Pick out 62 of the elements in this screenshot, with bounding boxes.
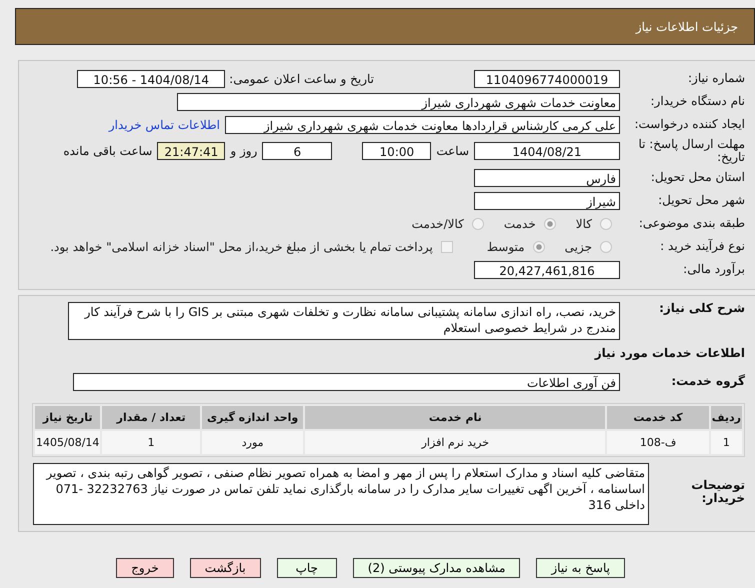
city-field: شیراز <box>474 192 620 210</box>
column-header: نام خدمت <box>305 406 606 429</box>
field-label: توضیحات خریدار: <box>690 477 745 505</box>
table-cell: خرید نرم افزار <box>305 431 606 454</box>
table-cell: مورد <box>202 431 304 454</box>
need-number-field: 1104096774000019 <box>474 70 620 88</box>
table-cell: 1405/08/14 <box>35 431 100 454</box>
days-field: 6 <box>262 142 332 160</box>
action-button[interactable]: چاپ <box>276 558 337 578</box>
field-label: طبقه بندی موضوعی: <box>638 217 745 230</box>
field-label: نام دستگاه خریدار: <box>650 95 745 108</box>
radio-button[interactable] <box>532 240 545 252</box>
action-button[interactable]: پاسخ به نیاز <box>536 558 625 578</box>
remaining-time-field: 21:47:41 <box>157 142 226 160</box>
buyer-notes-field: متقاضی کلیه اسناد و مدارک استعلام را پس از مهر و امضا به همراه تصویر نظام صنفی ، تصویر گواهی رتبه بندی ، تصویر اساسنامه ، آخرین اگهی تغییرات سایر مدارک را در سامانه بارگذاری نماید تلفن تماس در صورت نیاز 32232763 -071 داخلی 316 <box>33 463 649 525</box>
radio-button[interactable] <box>600 218 612 230</box>
field-label: روز و <box>230 144 258 158</box>
column-header: واحد اندازه گیری <box>202 406 304 429</box>
radio-label: جزیی <box>564 240 592 254</box>
field-label: ساعت باقی مانده <box>63 144 152 158</box>
field-label: مهلت ارسال پاسخ: تا تاریخ: <box>637 138 745 164</box>
field-label: برآورد مالی: <box>682 263 745 276</box>
province-field: فارس <box>474 168 620 186</box>
field-label: نوع فرآیند خرید : <box>659 240 745 253</box>
table-cell: 1 <box>710 431 742 454</box>
column-header: تاریخ نیاز <box>35 406 100 429</box>
radio-button[interactable] <box>472 218 484 230</box>
checkbox-label: پرداخت تمام یا بخشی از مبلغ خرید،از محل "اسناد خزانه اسلامی" خواهد بود. <box>50 240 433 254</box>
action-button[interactable]: بازگشت <box>190 558 261 578</box>
field-label: استان محل تحویل: <box>650 171 745 184</box>
radio-label: خدمت <box>504 216 536 230</box>
field-label: تاریخ و ساعت اعلان عمومی: <box>229 72 374 86</box>
budget-field: 20,427,461,816 <box>474 260 620 278</box>
column-header: کد خدمت <box>607 406 709 429</box>
contact-link[interactable]: اطلاعات تماس خریدار <box>108 118 220 132</box>
field-label: گروه خدمت: <box>670 375 745 388</box>
action-button[interactable]: خروج <box>116 558 174 578</box>
field-label: ساعت <box>436 144 469 158</box>
field-label: شرح کلی نیاز: <box>658 302 745 315</box>
table-cell: 1 <box>102 431 200 454</box>
announce-date-field: 1404/08/14 - 10:56 <box>77 70 226 88</box>
field-label: شهر محل تحویل: <box>657 194 745 207</box>
section-heading: اطلاعات خدمات مورد نیاز <box>593 346 745 360</box>
column-header: ردیف <box>710 406 742 429</box>
radio-label: کالا <box>576 216 592 230</box>
radio-label: متوسط <box>486 240 525 254</box>
field-label: شماره نیاز: <box>687 72 745 85</box>
field-label: ایجاد کننده درخواست: <box>633 118 745 131</box>
buyer-org-field: معاونت خدمات شهری شهرداری شیراز <box>177 92 620 110</box>
radio-button[interactable] <box>544 218 556 230</box>
radio-label: کالا/خدمت <box>412 216 464 230</box>
service-group-field: فن آوری اطلاعات <box>73 372 620 390</box>
checkbox[interactable] <box>440 240 453 252</box>
deadline-time-field: 10:00 <box>362 142 432 160</box>
deadline-date-field: 1404/08/21 <box>474 142 620 160</box>
creator-field: علی کرمی کارشناس قراردادها معاونت خدمات شهری شهرداری شیراز <box>225 116 620 134</box>
table-cell: ف-108 <box>607 431 709 454</box>
page-title: جزئیات اطلاعات نیاز <box>636 20 738 34</box>
action-button[interactable]: مشاهده مدارک پیوستی (2) <box>352 558 520 578</box>
column-header: تعداد / مقدار <box>102 406 200 429</box>
radio-button[interactable] <box>600 240 612 252</box>
description-field: خرید، نصب، راه اندازی سامانه پشتیبانی سامانه نظارت و تخلفات شهری مبتنی بر GIS را با شرح فرآیند کار مندرج در شرایط خصوصی استعلام <box>68 302 620 340</box>
